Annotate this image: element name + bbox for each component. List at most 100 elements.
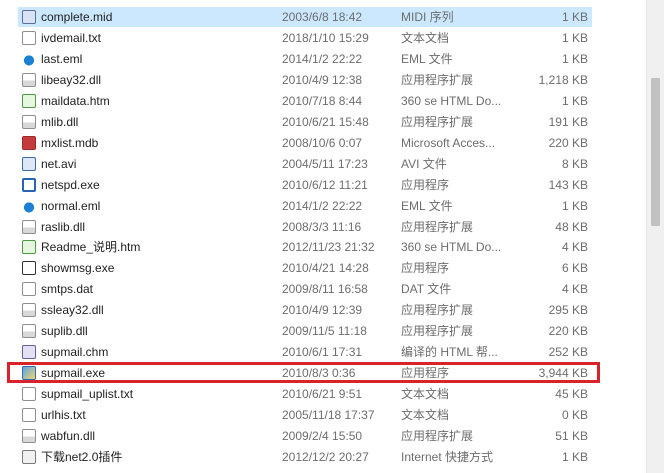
- file-name: showmsg.exe: [41, 261, 115, 276]
- file-row[interactable]: supmail.exe 2010/8/3 0:36 应用程序 3,944 KB: [18, 363, 592, 383]
- file-date-modified: 2010/8/3 0:36: [282, 366, 356, 381]
- file-type: 应用程序扩展: [401, 429, 474, 443]
- midi-icon: [22, 10, 36, 24]
- file-type: 应用程序扩展: [401, 219, 474, 234]
- file-size: 1 KB: [561, 30, 588, 45]
- file-size: 191 KB: [548, 114, 588, 129]
- file-date-modified: 2008/3/3 11:16: [282, 219, 362, 234]
- file-name: raslib.dll: [41, 219, 86, 234]
- shortcut-icon: [22, 449, 36, 464]
- file-size: 4 KB: [561, 240, 588, 255]
- dll-icon: [22, 114, 36, 129]
- file-type: DAT 文件: [401, 282, 452, 297]
- file-row[interactable]: Readme_说明.htm 2012/11/23 21:32 360 se HTML…: [18, 237, 592, 257]
- file-date-modified: 2009/11/5 11:18: [282, 324, 367, 339]
- file-name: suplib.dll: [41, 324, 88, 339]
- file-row[interactable]: libeay32.dll 2010/4/9 12:38 应用程序扩展 1,218 KB: [18, 70, 592, 90]
- dll-icon: [22, 429, 36, 443]
- eml-icon: [22, 51, 36, 66]
- file-date-modified: 2010/6/21 15:48: [282, 114, 369, 129]
- file-name: netspd.exe: [41, 177, 100, 192]
- file-type: Microsoft Acces...: [401, 135, 496, 150]
- file-row[interactable]: supmail_uplist.txt 2010/6/21 9:51 文本文档 45 K…: [18, 384, 592, 404]
- file-name: supmail.chm: [41, 345, 109, 360]
- file-row[interactable]: maildata.htm 2010/7/18 8:44 360 se HTML Do…: [18, 91, 592, 111]
- file-type: MIDI 序列: [401, 10, 454, 24]
- file-date-modified: 2008/10/6 0:07: [282, 135, 363, 150]
- file-row[interactable]: showmsg.exe 2010/4/21 14:28 应用程序 6 KB: [18, 258, 592, 278]
- html-icon: [22, 240, 36, 255]
- file-type: 应用程序扩展: [401, 72, 474, 87]
- file-date-modified: 2010/7/18 8:44: [282, 93, 363, 108]
- file-row[interactable]: complete.mid 2003/6/8 18:42 MIDI 序列 1 KB: [18, 7, 592, 27]
- file-row[interactable]: mlib.dll 2010/6/21 15:48 应用程序扩展 191 KB: [18, 112, 592, 132]
- file-name: normal.eml: [41, 198, 101, 213]
- file-name: urlhis.txt: [41, 408, 86, 423]
- file-size: 1 KB: [561, 198, 588, 213]
- file-row[interactable]: normal.eml 2014/1/2 22:22 EML 文件 1 KB: [18, 196, 592, 216]
- file-size: 220 KB: [548, 324, 588, 339]
- file-row[interactable]: ivdemail.txt 2018/1/10 15:29 文本文档 1 KB: [18, 28, 592, 48]
- file-size: 4 KB: [561, 282, 588, 297]
- file-name: supmail_uplist.txt: [41, 387, 134, 402]
- showmsg-exe-icon: [22, 261, 36, 276]
- file-type: EML 文件: [401, 198, 453, 213]
- file-row[interactable]: supmail.chm 2010/6/1 17:31 编译的 HTML 帮... 25…: [18, 342, 592, 362]
- file-size: 6 KB: [561, 261, 588, 276]
- file-row[interactable]: smtps.dat 2009/8/11 16:58 DAT 文件 4 KB: [18, 279, 592, 299]
- dll-icon: [22, 324, 36, 339]
- file-name: smtps.dat: [41, 282, 94, 297]
- file-row[interactable]: mxlist.mdb 2008/10/6 0:07 Microsoft Acces.…: [18, 133, 592, 153]
- help-file-icon: [22, 345, 36, 360]
- vertical-scrollbar[interactable]: [646, 0, 664, 473]
- file-date-modified: 2014/1/2 22:22: [282, 198, 363, 213]
- file-name: mxlist.mdb: [41, 135, 99, 150]
- file-date-modified: 2014/1/2 22:22: [282, 51, 363, 66]
- file-date-modified: 2009/2/4 15:50: [282, 429, 363, 443]
- file-name: ivdemail.txt: [41, 30, 102, 45]
- file-size: 1 KB: [561, 449, 588, 464]
- text-file-icon: [22, 408, 36, 423]
- file-row[interactable]: net.avi 2004/5/11 17:23 AVI 文件 8 KB: [18, 154, 592, 174]
- network-exe-icon: [22, 177, 36, 192]
- file-size: 51 KB: [555, 429, 588, 443]
- file-type: 应用程序: [401, 177, 450, 192]
- file-date-modified: 2010/4/9 12:39: [282, 303, 363, 318]
- file-size: 48 KB: [555, 219, 588, 234]
- file-type: 文本文档: [401, 408, 450, 423]
- eml-icon: [22, 198, 36, 213]
- file-date-modified: 2005/11/18 17:37: [282, 408, 375, 423]
- file-row[interactable]: 下载net2.0插件 2012/12/2 20:27 Internet 快捷方式 1 …: [18, 447, 592, 467]
- scrollbar-thumb[interactable]: [651, 78, 660, 226]
- file-type: 360 se HTML Do...: [401, 240, 502, 255]
- file-name: net.avi: [41, 156, 77, 171]
- file-date-modified: 2010/6/12 11:21: [282, 177, 368, 192]
- file-row[interactable]: last.eml 2014/1/2 22:22 EML 文件 1 KB: [18, 49, 592, 69]
- file-row[interactable]: suplib.dll 2009/11/5 11:18 应用程序扩展 220 KB: [18, 321, 592, 341]
- file-row[interactable]: ssleay32.dll 2010/4/9 12:39 应用程序扩展 295 KB: [18, 300, 592, 320]
- file-size: 252 KB: [548, 345, 588, 360]
- file-size: 1,218 KB: [538, 72, 588, 87]
- file-row[interactable]: wabfun.dll 2009/2/4 15:50 应用程序扩展 51 KB: [18, 426, 592, 446]
- file-list: complete.mid 2003/6/8 18:42 MIDI 序列 1 KB ivd…: [0, 0, 646, 473]
- file-type: 应用程序: [401, 261, 450, 276]
- file-date-modified: 2012/12/2 20:27: [282, 449, 369, 464]
- file-size: 1 KB: [561, 93, 588, 108]
- file-row[interactable]: raslib.dll 2008/3/3 11:16 应用程序扩展 48 KB: [18, 217, 592, 237]
- file-row[interactable]: urlhis.txt 2005/11/18 17:37 文本文档 0 KB: [18, 405, 592, 425]
- file-type: Internet 快捷方式: [401, 449, 494, 464]
- file-size: 143 KB: [548, 177, 588, 192]
- dll-icon: [22, 219, 36, 234]
- file-type: 编译的 HTML 帮...: [401, 345, 498, 360]
- file-type: 文本文档: [401, 30, 450, 45]
- supmail-exe-icon: [22, 366, 36, 381]
- file-date-modified: 2009/8/11 16:58: [282, 282, 368, 297]
- file-name: 下载net2.0插件: [41, 449, 123, 464]
- dll-icon: [22, 303, 36, 318]
- file-name: libeay32.dll: [41, 72, 102, 87]
- file-type: AVI 文件: [401, 156, 447, 171]
- file-size: 0 KB: [561, 408, 588, 423]
- file-date-modified: 2010/4/21 14:28: [282, 261, 369, 276]
- file-date-modified: 2010/4/9 12:38: [282, 72, 363, 87]
- file-row[interactable]: netspd.exe 2010/6/12 11:21 应用程序 143 KB: [18, 175, 592, 195]
